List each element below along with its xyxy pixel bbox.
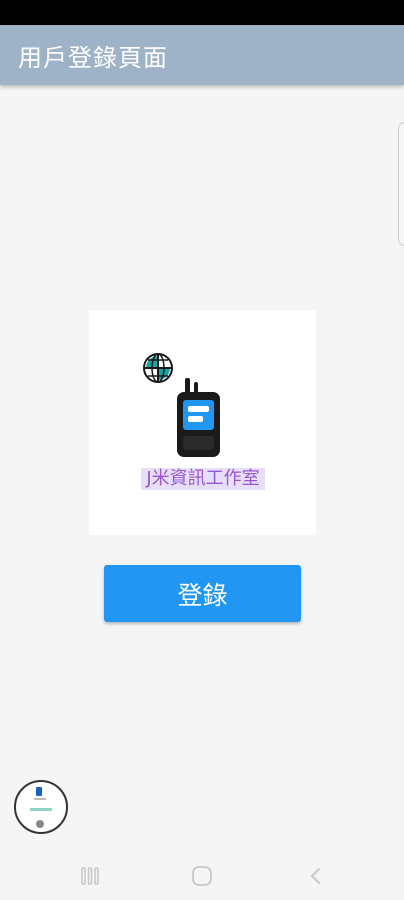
app-bar: 用戶登錄頁面: [0, 25, 404, 85]
login-button[interactable]: 登錄: [104, 565, 301, 622]
back-icon[interactable]: [304, 864, 328, 888]
floating-app-bubble[interactable]: [14, 780, 68, 834]
status-bar: [0, 0, 404, 25]
app-preview-icon: [30, 787, 52, 828]
page-title: 用戶登錄頁面: [18, 43, 168, 72]
globe-icon: [143, 353, 173, 383]
walkie-talkie-icon: [177, 378, 220, 457]
logo-graphic: [143, 353, 220, 457]
recents-icon[interactable]: [78, 864, 102, 888]
logo-card: J米資訊工作室: [89, 310, 316, 535]
system-navigation-bar: [0, 850, 404, 900]
edge-panel-handle[interactable]: [398, 122, 404, 246]
brand-name: J米資訊工作室: [141, 468, 265, 490]
home-icon[interactable]: [190, 864, 214, 888]
